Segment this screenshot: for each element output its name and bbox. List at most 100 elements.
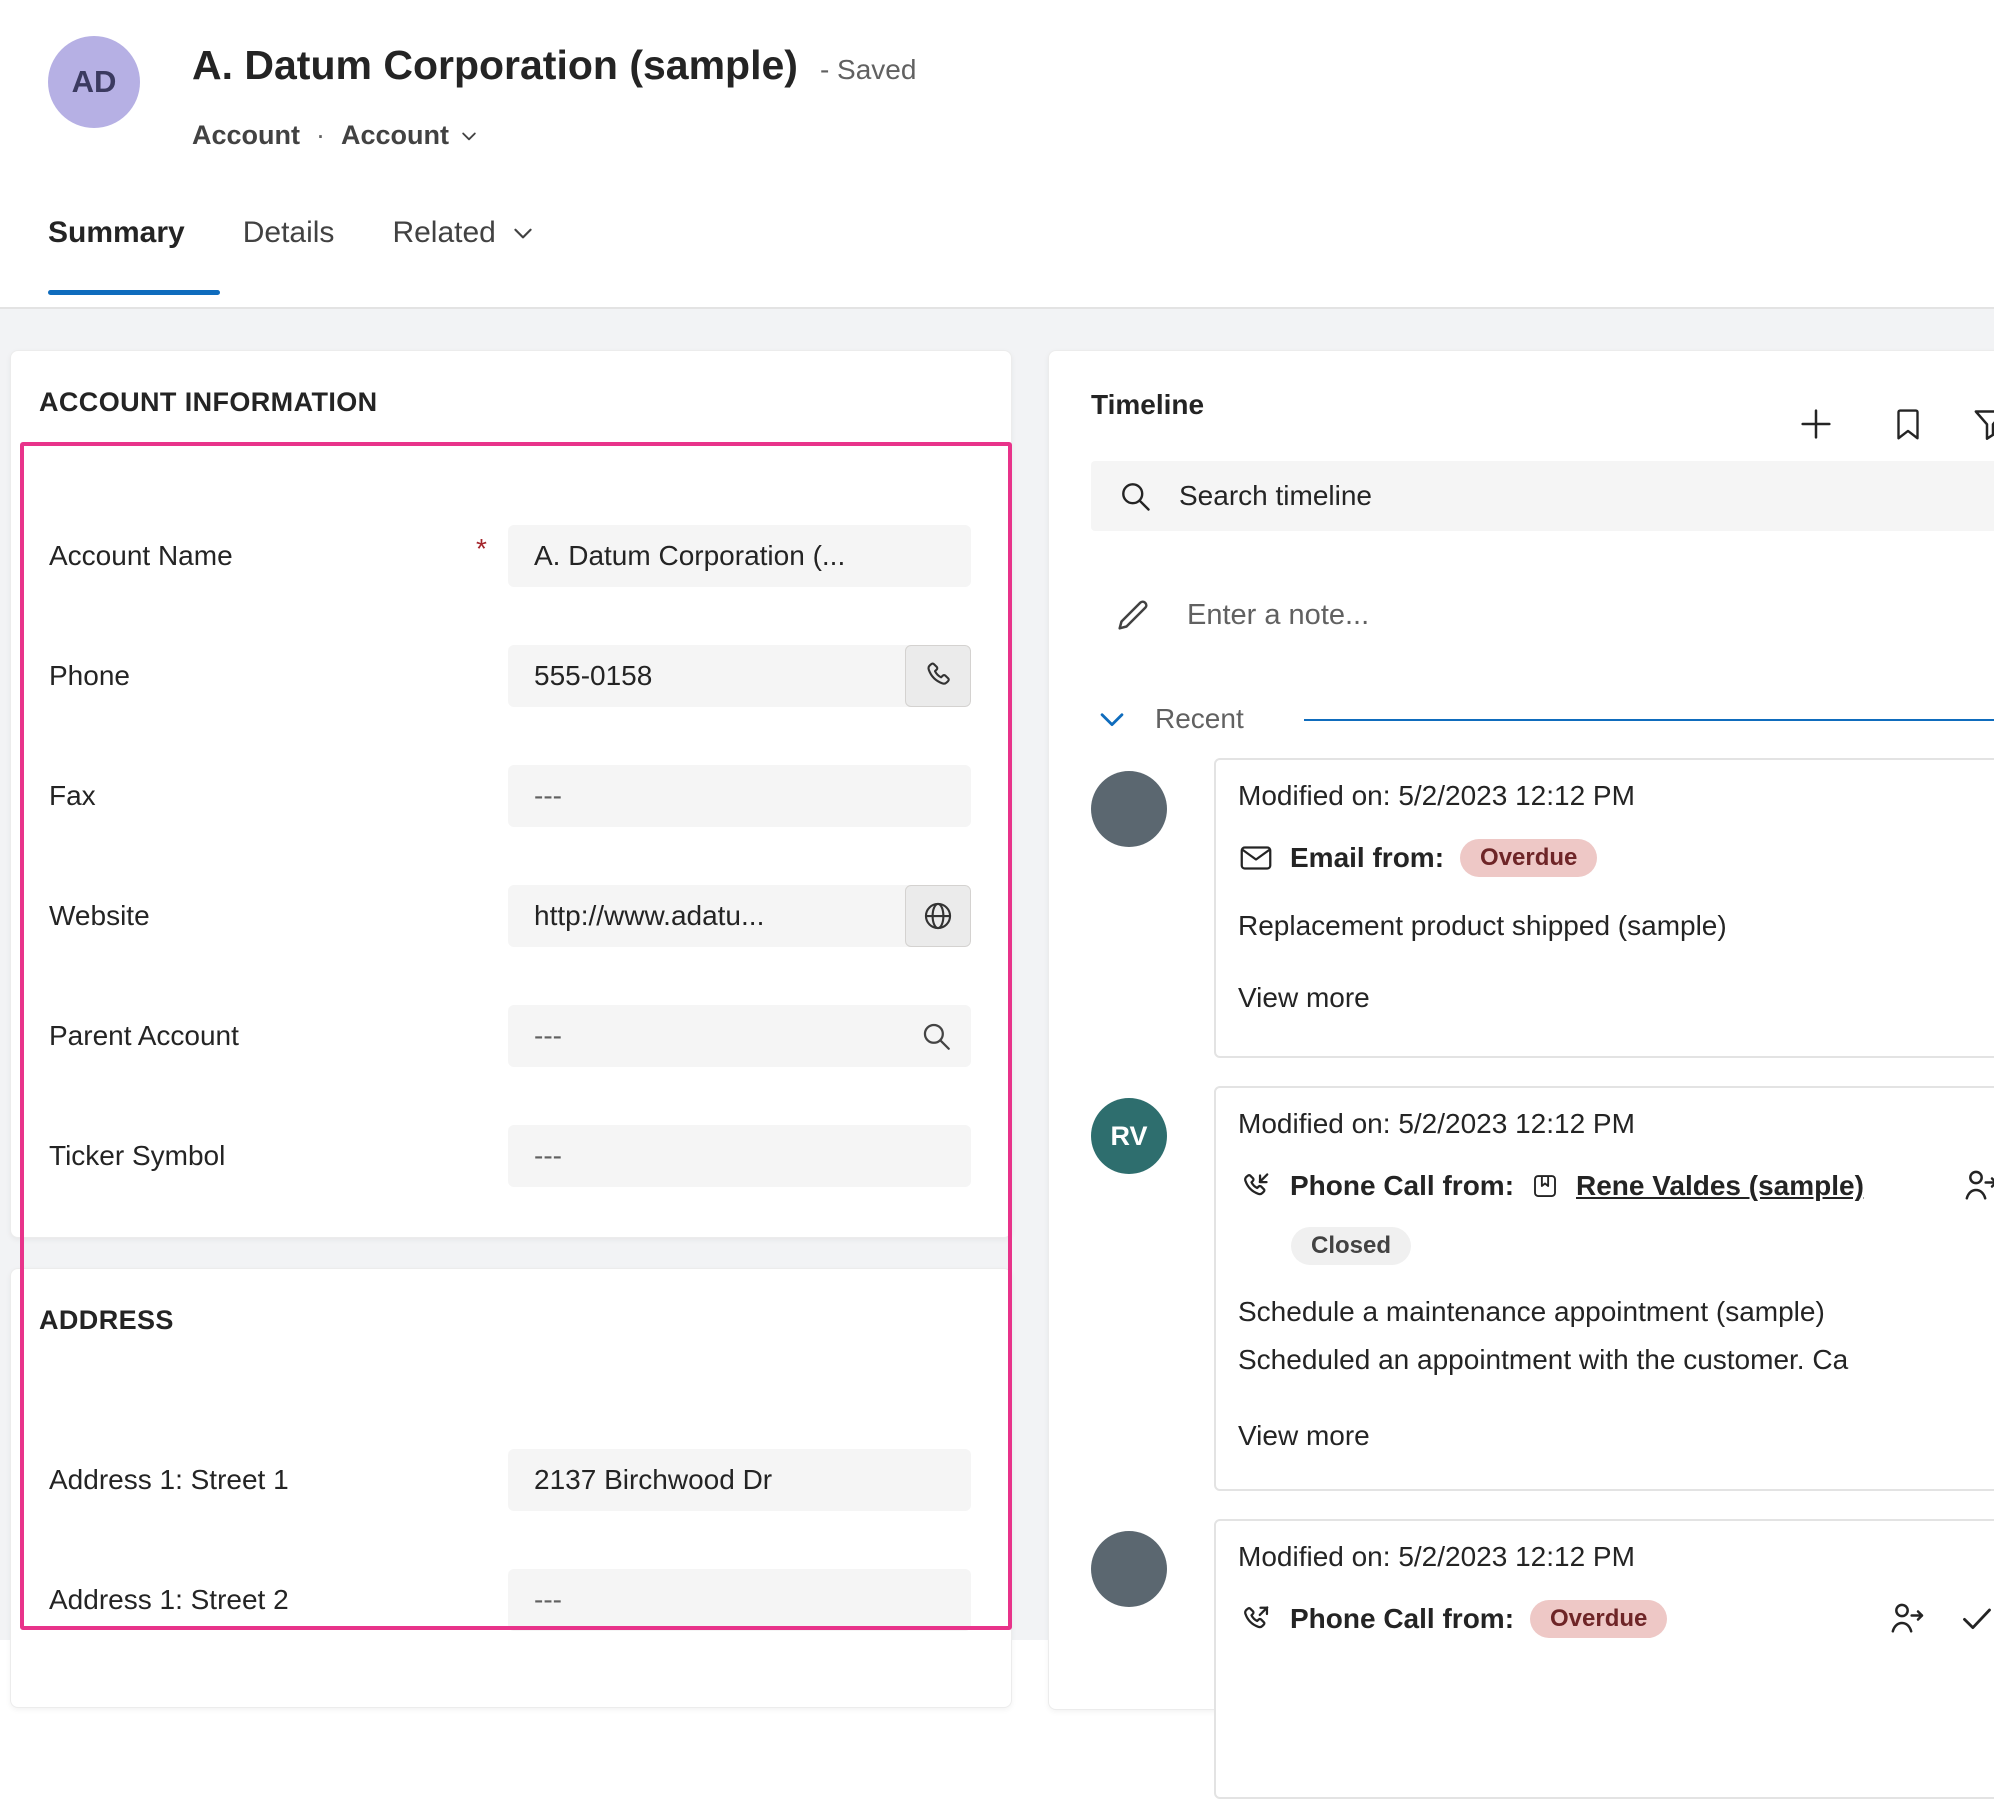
phone-value: 555-0158 [508, 660, 678, 692]
pencil-icon [1113, 595, 1153, 635]
phone-call-button[interactable] [905, 645, 971, 707]
parent-account-value: --- [508, 1020, 588, 1052]
field-label: Fax [49, 765, 96, 827]
search-icon [1117, 478, 1153, 514]
chevron-down-icon [510, 220, 536, 246]
globe-icon [921, 899, 955, 933]
timeline-entry-avatar: RV [1091, 1098, 1167, 1174]
bookmark-icon [1889, 405, 1927, 443]
view-more-row: View more [1238, 1414, 1994, 1458]
form-field-account-name: Account Name * A. Datum Corporation (... [49, 525, 979, 587]
required-marker: * [476, 533, 487, 565]
field-label: Phone [49, 645, 130, 707]
person-arrow-icon [1961, 1165, 1994, 1205]
website-value: http://www.adatu... [508, 900, 790, 932]
parent-account-input[interactable]: --- [508, 1005, 971, 1067]
activity-subject: Schedule a maintenance appointment (samp… [1238, 1292, 1994, 1332]
modified-on-text: Modified on: 5/2/2023 12:12 PM [1238, 1104, 1994, 1144]
tab-related-label: Related [392, 216, 495, 250]
form-field-address1-street2: Address 1: Street 2 --- [49, 1569, 979, 1631]
tab-details[interactable]: Details [243, 216, 335, 250]
activity-header: Phone Call from: Overdue [1238, 1597, 1877, 1641]
lookup-button[interactable] [919, 1019, 953, 1053]
tab-summary[interactable]: Summary [48, 216, 185, 250]
form-field-fax: Fax --- [49, 765, 979, 827]
form-field-address1-street1: Address 1: Street 1 2137 Birchwood Dr [49, 1449, 979, 1511]
field-label: Ticker Symbol [49, 1125, 225, 1187]
form-selector-label: Account [341, 120, 449, 151]
phone-call-icon [1238, 1168, 1274, 1204]
form-tabs: Summary Details Related [48, 216, 536, 250]
field-label: Parent Account [49, 1005, 239, 1067]
assign-record-button[interactable] [1958, 1162, 1994, 1208]
assign-record-button[interactable] [1884, 1595, 1930, 1641]
chevron-down-icon [459, 126, 479, 146]
account-name-input[interactable]: A. Datum Corporation (... [508, 525, 971, 587]
open-website-button[interactable] [905, 885, 971, 947]
timeline-card: Timeline Search timeline Enter a note...… [1048, 350, 1994, 1710]
tab-related[interactable]: Related [392, 216, 535, 250]
recent-divider [1304, 719, 1994, 721]
fax-input[interactable]: --- [508, 765, 971, 827]
phone-call-icon [1238, 1601, 1274, 1637]
recent-label: Recent [1155, 703, 1244, 735]
record-avatar-initials: AD [72, 64, 117, 100]
field-label: Address 1: Street 1 [49, 1449, 289, 1511]
ticker-symbol-input[interactable]: --- [508, 1125, 971, 1187]
field-label: Account Name [49, 525, 233, 587]
form-selector[interactable]: Account [341, 120, 479, 151]
fax-value: --- [508, 780, 588, 812]
page-title: A. Datum Corporation (sample) [192, 42, 798, 89]
timeline-filter-button[interactable] [1967, 401, 1994, 447]
view-more-link[interactable]: View more [1238, 1420, 1370, 1452]
create-timeline-record-button[interactable] [1793, 401, 1839, 447]
account-information-card: ACCOUNT INFORMATION Account Name * A. Da… [10, 350, 1012, 1238]
timeline-title: Timeline [1091, 389, 1204, 421]
timeline-search-input[interactable]: Search timeline [1091, 461, 1994, 531]
address-card: ADDRESS Address 1: Street 1 2137 Birchwo… [10, 1268, 1012, 1708]
note-placeholder: Enter a note... [1187, 599, 1369, 632]
contact-link[interactable]: Rene Valdes (sample) [1576, 1170, 1864, 1202]
section-title-address: ADDRESS [39, 1305, 174, 1336]
status-row: Closed [1291, 1224, 1994, 1268]
form-field-parent-account: Parent Account --- [49, 1005, 979, 1067]
address1-street2-input[interactable]: --- [508, 1569, 971, 1631]
timeline-entry-phone-call-closed: Modified on: 5/2/2023 12:12 PM Phone Cal… [1214, 1086, 1994, 1491]
checkmark-icon [1957, 1598, 1994, 1638]
ticker-symbol-value: --- [508, 1140, 588, 1172]
address1-street1-input[interactable]: 2137 Birchwood Dr [508, 1449, 971, 1511]
status-badge: Overdue [1460, 839, 1597, 877]
subtitle-separator: · [316, 120, 325, 151]
timeline-entry-avatar [1091, 1531, 1167, 1607]
title-row: A. Datum Corporation (sample) - Saved [192, 42, 916, 89]
avatar-initials: RV [1110, 1121, 1147, 1152]
plus-icon [1796, 404, 1836, 444]
contact-record-icon [1530, 1171, 1560, 1201]
activity-header: Phone Call from: Rene Valdes (sample) [1238, 1164, 1947, 1208]
activity-subject: Replacement product shipped (sample) [1238, 906, 1994, 946]
activity-type-label: Phone Call from: [1290, 1603, 1514, 1635]
form-field-phone: Phone 555-0158 [49, 645, 979, 707]
mark-complete-button[interactable] [1954, 1595, 1994, 1641]
save-status: - Saved [820, 54, 917, 86]
view-more-link[interactable]: View more [1238, 982, 1370, 1014]
timeline-search-placeholder: Search timeline [1179, 480, 1372, 512]
modified-on-text: Modified on: 5/2/2023 12:12 PM [1238, 1537, 1994, 1577]
record-subtitle: Account · Account [192, 120, 479, 151]
timeline-entry-phone-call-overdue: Modified on: 5/2/2023 12:12 PM Phone Cal… [1214, 1519, 1994, 1799]
note-input[interactable]: Enter a note... [1091, 583, 1994, 647]
phone-input[interactable]: 555-0158 [508, 645, 971, 707]
phone-icon [921, 659, 955, 693]
person-arrow-icon [1887, 1598, 1927, 1638]
record-type-label: Account [192, 120, 300, 151]
website-input[interactable]: http://www.adatu... [508, 885, 971, 947]
field-label: Website [49, 885, 150, 947]
timeline-bookmark-button[interactable] [1885, 401, 1931, 447]
timeline-entry-email: Modified on: 5/2/2023 12:12 PM Email fro… [1214, 758, 1994, 1058]
modified-on-text: Modified on: 5/2/2023 12:12 PM [1238, 776, 1994, 816]
form-field-ticker-symbol: Ticker Symbol --- [49, 1125, 979, 1187]
recent-section-toggle[interactable]: Recent [1095, 699, 1244, 739]
activity-type-label: Phone Call from: [1290, 1170, 1514, 1202]
status-badge: Overdue [1530, 1600, 1667, 1638]
filter-icon [1970, 404, 1994, 444]
